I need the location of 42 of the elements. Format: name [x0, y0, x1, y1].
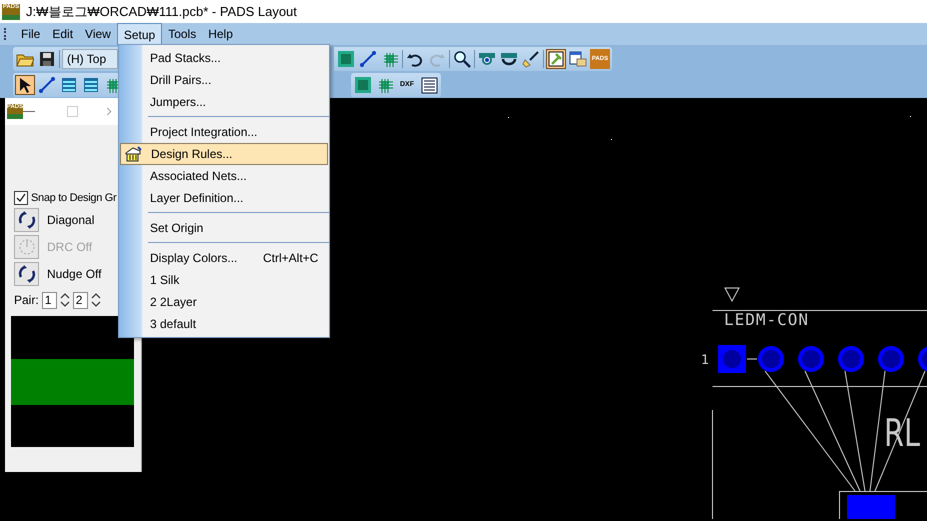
menu-label: Drill Pairs... [150, 73, 212, 87]
layer-dropdown[interactable]: (H) Top [62, 49, 118, 69]
menu-label: Project Integration... [150, 125, 258, 139]
button-label: DRC Off [47, 240, 92, 254]
menu-item[interactable]: Jumpers... [120, 91, 328, 113]
menu-label: Design Rules... [151, 147, 232, 161]
menu-label: Set Origin [150, 221, 204, 235]
pair-label: Pair: [14, 293, 39, 307]
menu-label: Jumpers... [150, 95, 206, 109]
menu-item[interactable]: Display Colors... Ctrl+Alt+C [120, 247, 328, 269]
menu-label: 3 default [150, 317, 196, 331]
menu-label: Layer Definition... [150, 191, 244, 205]
menu-item[interactable]: 1 Silk [120, 269, 328, 291]
menu-item[interactable]: File [15, 23, 46, 45]
menu-label: Display Colors... [150, 251, 238, 265]
menu-item[interactable]: Tools [162, 23, 202, 45]
button-label: Nudge Off [47, 267, 102, 281]
button-label: Diagonal [47, 213, 94, 227]
menu-item[interactable]: Drill Pairs... [120, 69, 328, 91]
menu-item[interactable]: Pad Stacks... [120, 47, 328, 69]
menu-label: 1 Silk [150, 273, 180, 287]
menu-label: Pad Stacks... [150, 51, 221, 65]
menu-label: 2 2Layer [150, 295, 197, 309]
menu-item[interactable]: Setup [116, 23, 162, 45]
menu-item[interactable]: Layer Definition... [120, 187, 328, 209]
number-field[interactable]: 2 [72, 292, 88, 308]
menu-label: Associated Nets... [150, 169, 247, 183]
checkbox-label: Snap to Design Gr [31, 192, 116, 204]
menu-item[interactable]: Edit [46, 23, 80, 45]
menu-item[interactable]: 2 2Layer [120, 291, 328, 313]
pin-label: 1 [701, 353, 710, 368]
menu-item[interactable]: Help [202, 23, 239, 45]
menu-item[interactable]: Project Integration... [120, 121, 328, 143]
part-name: LEDM-CON [724, 310, 810, 329]
menu-item[interactable]: View [79, 23, 117, 45]
menu-item[interactable]: Associated Nets... [120, 165, 328, 187]
menu-item[interactable]: Set Origin [120, 217, 328, 239]
number-field[interactable]: 1 [42, 292, 57, 308]
shortcut-label: Ctrl+Alt+C [263, 251, 318, 265]
window-title: J:₩블로그₩ORCAD₩111.pcb* - PADS Layout [26, 2, 297, 20]
menu-item[interactable]: 3 default [120, 313, 328, 335]
menu-item[interactable]: Design Rules... [120, 143, 328, 165]
